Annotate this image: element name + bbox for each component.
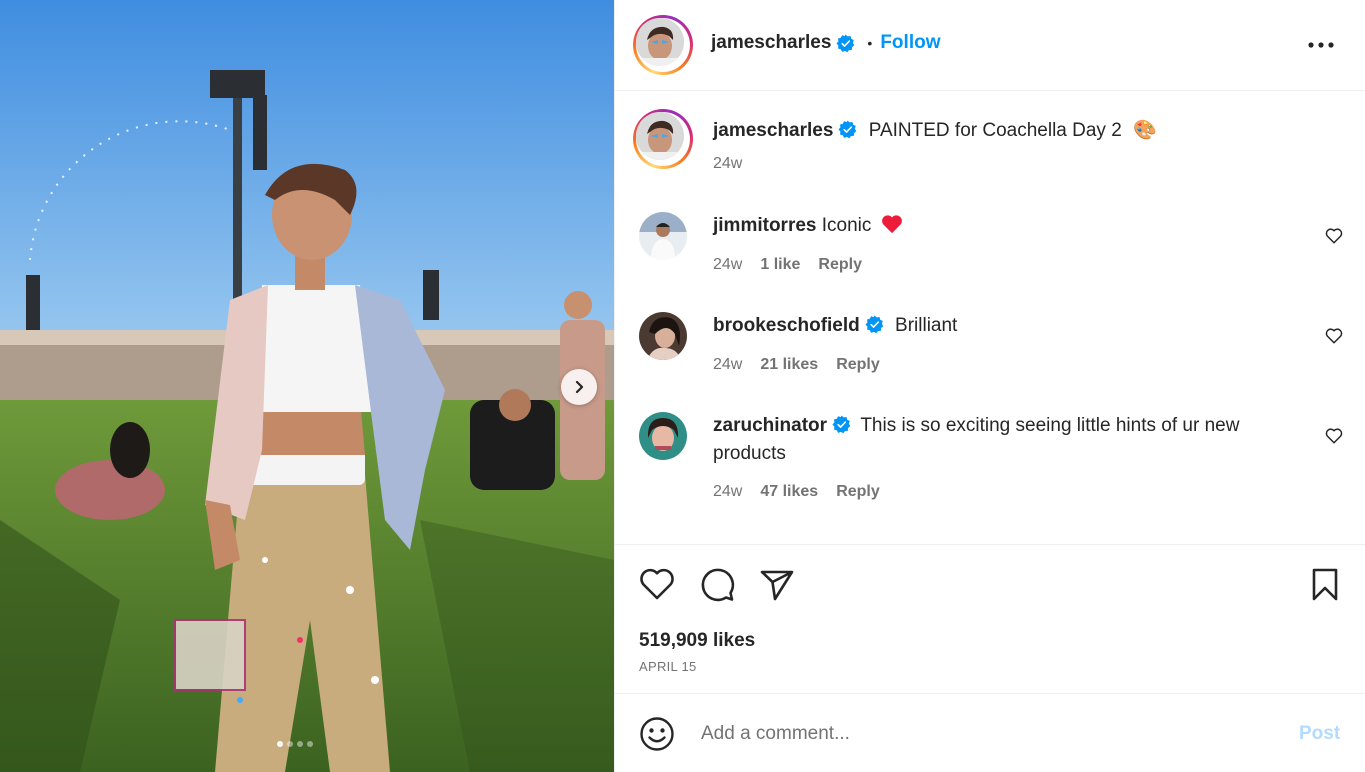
separator-dot: • [867, 35, 873, 51]
share-paper-plane-icon[interactable] [759, 567, 795, 603]
emoji-picker-icon[interactable] [639, 716, 675, 752]
caption: jamescharles PAINTED for Coachella Day 2… [713, 119, 1313, 143]
save-bookmark-icon[interactable] [1309, 567, 1341, 603]
avatar-image [639, 312, 687, 360]
comment-input[interactable] [699, 717, 1263, 751]
comment-composer: Post [615, 695, 1365, 772]
caption-username[interactable]: jamescharles [713, 120, 833, 141]
avatar-image [636, 112, 684, 160]
comment-text-line: zaruchinator This is so exciting seeing … [713, 412, 1288, 468]
comment-likes[interactable]: 47 likes [760, 483, 818, 501]
verified-badge-icon [838, 120, 857, 139]
comment-meta: 24w 1 like Reply [713, 256, 862, 274]
carousel-dot [307, 741, 313, 747]
red-heart-emoji [881, 215, 902, 234]
avatar-image [636, 18, 684, 66]
comment-timestamp[interactable]: 24w [713, 483, 742, 501]
commenter-avatar[interactable] [639, 212, 687, 260]
avatar-image [639, 412, 687, 460]
carousel-indicator [277, 741, 313, 747]
post-header: jamescharles • Follow [615, 0, 1365, 91]
comments-list[interactable]: jamescharles PAINTED for Coachella Day 2… [615, 91, 1365, 543]
comment-heart-icon[interactable] [1325, 227, 1343, 245]
post-dialog: jamescharles • Follow jamescharles PAINT… [0, 0, 1365, 772]
commenter-username[interactable]: jimmitorres [713, 215, 816, 236]
commenter-username[interactable]: brookeschofield [713, 315, 860, 336]
caption-text: PAINTED for Coachella Day 2 [868, 120, 1122, 141]
comment-meta: 24w 21 likes Reply [713, 356, 880, 374]
commenter-avatar[interactable] [639, 312, 687, 360]
more-options-icon[interactable] [1308, 34, 1334, 56]
post-media[interactable] [0, 0, 614, 772]
post-side-panel: jamescharles • Follow jamescharles PAINT… [614, 0, 1365, 772]
carousel-dot [297, 741, 303, 747]
comment-likes[interactable]: 1 like [760, 256, 800, 274]
carousel-next-button[interactable] [561, 369, 597, 405]
comment-meta: 24w 47 likes Reply [713, 483, 880, 501]
like-heart-icon[interactable] [639, 567, 675, 601]
commenter-username[interactable]: zaruchinator [713, 415, 827, 436]
chevron-right-icon [575, 380, 584, 394]
verified-badge-icon [832, 415, 851, 434]
palette-emoji: 🎨 [1133, 120, 1157, 141]
post-actions: 519,909 likes APRIL 15 [615, 544, 1365, 694]
reply-button[interactable]: Reply [836, 356, 880, 374]
carousel-dot [287, 741, 293, 747]
carousel-dot [277, 741, 283, 747]
post-comment-button[interactable]: Post [1299, 723, 1340, 745]
author-username[interactable]: jamescharles [711, 32, 831, 54]
avatar-image [639, 212, 687, 260]
comment-bubble-icon[interactable] [699, 567, 735, 603]
caption-timestamp[interactable]: 24w [713, 155, 742, 173]
comment-body: Iconic [821, 215, 872, 236]
comment-likes[interactable]: 21 likes [760, 356, 818, 374]
comment-heart-icon[interactable] [1325, 327, 1343, 345]
follow-button[interactable]: Follow [880, 32, 940, 54]
author-info: jamescharles • Follow [711, 32, 940, 54]
likes-count[interactable]: 519,909 likes [639, 630, 755, 652]
reply-button[interactable]: Reply [818, 256, 862, 274]
author-avatar[interactable] [633, 15, 693, 75]
reply-button[interactable]: Reply [836, 483, 880, 501]
comment-timestamp[interactable]: 24w [713, 356, 742, 374]
verified-badge-icon [836, 33, 855, 52]
verified-badge-icon [865, 315, 884, 334]
comment-text-line: brookeschofield Brilliant [713, 312, 1288, 340]
comment-body: Brilliant [895, 315, 958, 336]
comment-timestamp[interactable]: 24w [713, 256, 742, 274]
comment-heart-icon[interactable] [1325, 427, 1343, 445]
commenter-avatar[interactable] [639, 412, 687, 460]
comment-text-line: jimmitorres Iconic [713, 212, 1288, 240]
post-date: APRIL 15 [639, 659, 697, 674]
caption-avatar[interactable] [633, 109, 693, 169]
post-photo [0, 0, 614, 772]
